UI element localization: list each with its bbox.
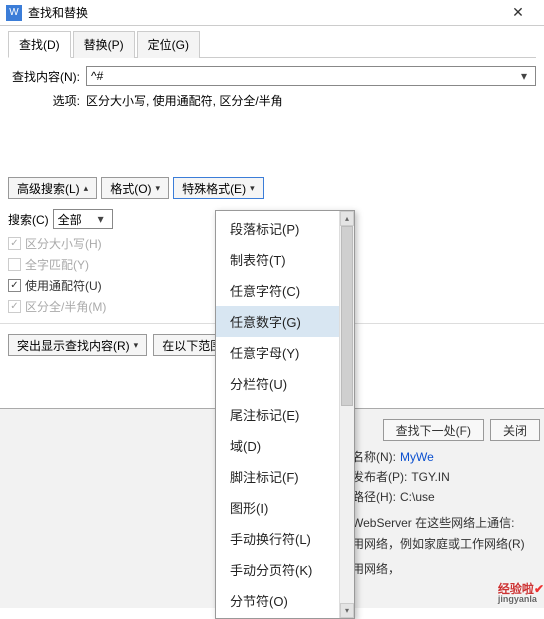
menu-item[interactable]: 分栏符(U) [216, 368, 354, 399]
special-format-button[interactable]: 特殊格式(E)▾ [173, 177, 264, 199]
menu-item[interactable]: 手动分页符(K) [216, 554, 354, 585]
menu-item[interactable]: 手动换行符(L) [216, 523, 354, 554]
special-format-menu: ▴ ▾ 段落标记(P)制表符(T)任意字符(C)任意数字(G)任意字母(Y)分栏… [215, 210, 355, 619]
chevron-up-icon: ▴ [84, 183, 89, 194]
network-option-1: 用网络，例如家庭或工作网络(R) [352, 535, 542, 552]
options-row: 选项: 区分大小写, 使用通配符, 区分全/半角 [8, 92, 536, 109]
tab-find[interactable]: 查找(D) [8, 31, 71, 58]
prop-publisher-label: 发布者(P): [352, 468, 407, 485]
menu-item[interactable]: 任意字符(C) [216, 275, 354, 306]
find-row: 查找内容(N): ^# ▾ [8, 66, 536, 86]
window-title: 查找和替换 [28, 4, 498, 21]
prop-path-value: C:\use [400, 490, 435, 504]
prop-name-value[interactable]: MyWe [400, 450, 434, 464]
find-value: ^# [91, 69, 103, 83]
find-input[interactable]: ^# ▾ [86, 66, 536, 86]
scroll-down-icon[interactable]: ▾ [340, 603, 354, 618]
chevron-down-icon: ▾ [134, 340, 139, 351]
menu-item[interactable]: 制表符(T) [216, 244, 354, 275]
close-icon[interactable]: ✕ [498, 0, 538, 26]
advanced-search-button[interactable]: 高级搜索(L)▴ [8, 177, 97, 199]
prop-name-label: 名称(N): [352, 448, 396, 465]
scroll-thumb[interactable] [341, 226, 353, 406]
menu-scrollbar[interactable]: ▴ ▾ [339, 211, 354, 618]
watermark: 经验啦✔ jingyanla [498, 580, 544, 604]
prop-path-label: 路径(H): [352, 488, 396, 505]
menu-item[interactable]: 任意字母(Y) [216, 337, 354, 368]
menu-item[interactable]: 分节符(O) [216, 585, 354, 616]
direction-label: 搜索(C) [8, 211, 49, 228]
menu-item[interactable]: 域(D) [216, 430, 354, 461]
options-label: 选项: [8, 92, 86, 109]
tab-replace[interactable]: 替换(P) [73, 31, 135, 58]
properties-pane: 名称(N): MyWe 发布者(P): TGY.IN 路径(H): C:\use We… [352, 445, 542, 577]
chevron-down-icon[interactable]: ▾ [517, 69, 531, 83]
tab-strip: 查找(D) 替换(P) 定位(G) [8, 30, 536, 58]
format-button[interactable]: 格式(O)▾ [101, 177, 169, 199]
direction-value: 全部 [58, 211, 82, 228]
mid-buttons: 高级搜索(L)▴ 格式(O)▾ 特殊格式(E)▾ [8, 177, 536, 199]
menu-item[interactable]: 脚注标记(F) [216, 461, 354, 492]
options-value: 区分大小写, 使用通配符, 区分全/半角 [86, 92, 536, 109]
titlebar: W 查找和替换 ✕ [0, 0, 544, 26]
chevron-down-icon: ▾ [250, 183, 255, 194]
close-button[interactable]: 关闭 [490, 419, 540, 441]
direction-select[interactable]: 全部 ▾ [53, 209, 113, 229]
menu-item[interactable]: 段落标记(P) [216, 213, 354, 244]
menu-item[interactable]: 任意数字(G) [216, 306, 354, 337]
menu-item[interactable]: 图形(I) [216, 492, 354, 523]
highlight-button[interactable]: 突出显示查找内容(R)▾ [8, 334, 147, 356]
prop-publisher-value: TGY.IN [411, 470, 449, 484]
chevron-down-icon[interactable]: ▾ [94, 212, 108, 226]
chevron-down-icon: ▾ [156, 183, 161, 194]
app-icon: W [6, 5, 22, 21]
tab-goto[interactable]: 定位(G) [137, 31, 200, 58]
find-label: 查找内容(N): [8, 68, 86, 85]
find-next-button[interactable]: 查找下一处(F) [383, 419, 484, 441]
scroll-up-icon[interactable]: ▴ [340, 211, 354, 226]
network-option-2: 用网络， [352, 560, 542, 577]
menu-item[interactable]: 尾注标记(E) [216, 399, 354, 430]
network-header: WebServer 在这些网络上通信: [352, 514, 542, 531]
